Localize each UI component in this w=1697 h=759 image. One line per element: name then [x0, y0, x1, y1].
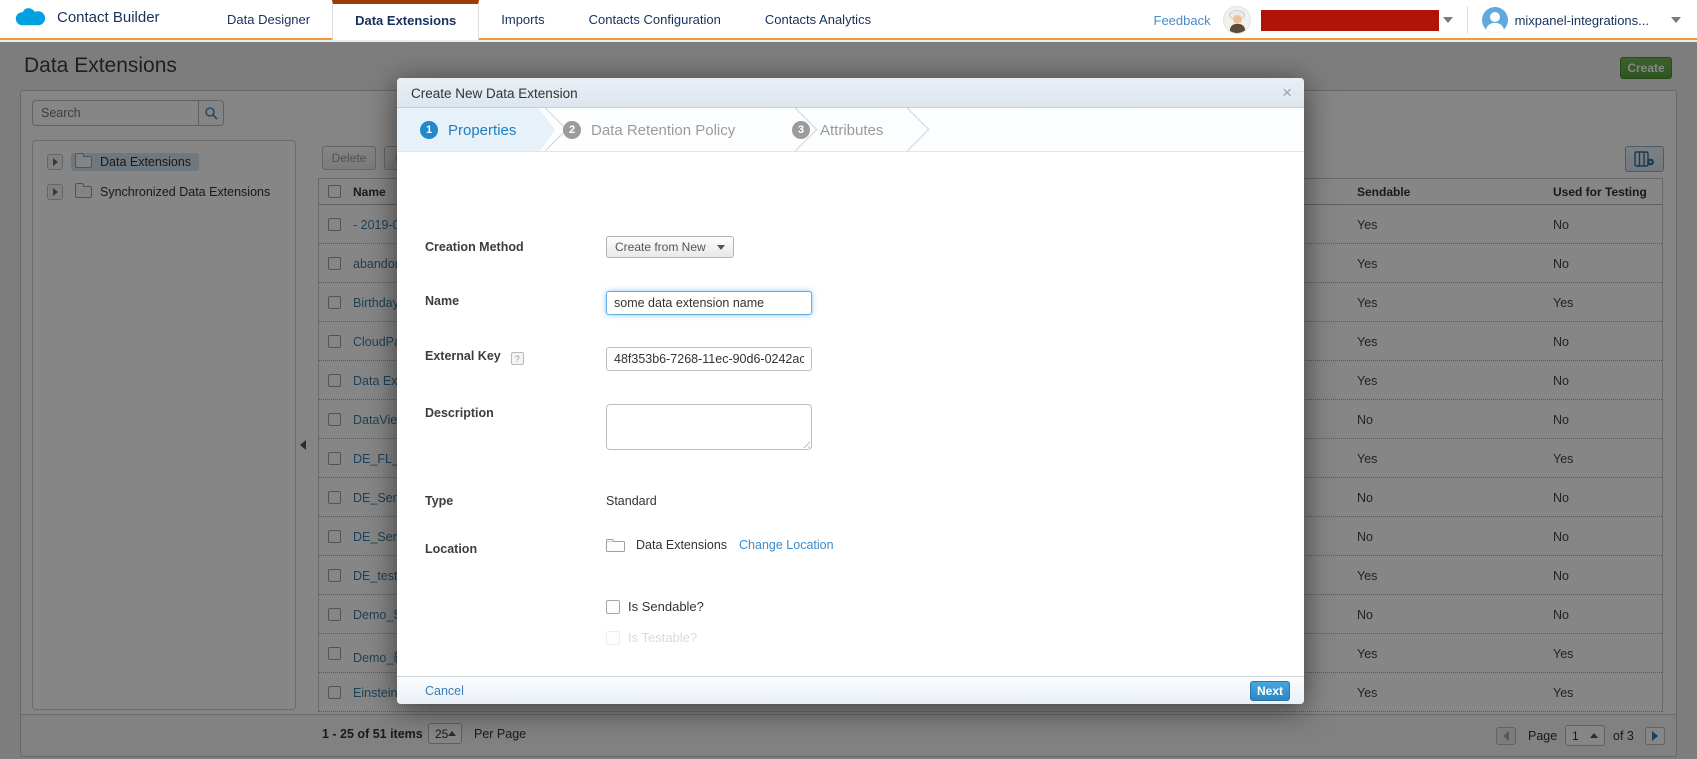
step-number: 1: [420, 121, 438, 139]
modal-body: Creation Method Create from New Name Ext…: [397, 152, 1304, 675]
external-key-label: External Key?: [425, 349, 524, 365]
create-data-extension-modal: Create New Data Extension × 1 Properties…: [397, 78, 1304, 704]
nav-tab-data-designer[interactable]: Data Designer: [205, 0, 332, 40]
nav-tabs: Data Designer Data Extensions Imports Co…: [205, 0, 893, 40]
external-key-input[interactable]: [606, 347, 812, 371]
is-sendable-row: Is Sendable?: [606, 599, 704, 614]
avatar-shoulders: [1486, 23, 1504, 33]
is-sendable-checkbox[interactable]: [606, 600, 620, 614]
nav-divider: [1467, 6, 1468, 34]
redacted-business-unit-selector[interactable]: [1261, 10, 1439, 31]
nav-right-group: Feedback mixpanel-integrations...: [1154, 0, 1697, 40]
einstein-body: [1230, 24, 1245, 34]
step-label: Properties: [448, 122, 516, 139]
user-avatar[interactable]: [1482, 7, 1508, 33]
location-label: Location: [425, 542, 477, 556]
wizard-steps: 1 Properties 2 Data Retention Policy 3 A…: [397, 108, 1304, 152]
top-nav: Contact Builder Data Designer Data Exten…: [0, 0, 1697, 40]
description-label: Description: [425, 406, 494, 420]
app-window: Contact Builder Data Designer Data Exten…: [0, 0, 1697, 759]
dropdown-caret-icon: [717, 245, 725, 250]
name-input[interactable]: [606, 291, 812, 315]
creation-method-dropdown[interactable]: Create from New: [606, 236, 734, 258]
modal-header: Create New Data Extension ×: [397, 78, 1304, 108]
change-location-link[interactable]: Change Location: [739, 538, 834, 552]
is-testable-checkbox: [606, 631, 620, 645]
avatar-head: [1490, 12, 1500, 22]
step-number: 3: [792, 121, 810, 139]
location-value: Data Extensions: [636, 538, 727, 552]
description-textarea[interactable]: [606, 404, 812, 450]
chevron-down-icon[interactable]: [1443, 17, 1453, 23]
einstein-face: [1233, 15, 1242, 24]
help-icon[interactable]: ?: [511, 352, 524, 365]
step-attributes[interactable]: 3 Attributes: [792, 108, 883, 152]
account-chevron-down-icon[interactable]: [1671, 17, 1681, 23]
step-label: Attributes: [820, 122, 883, 139]
is-testable-row: Is Testable?: [606, 630, 697, 645]
step-separator: [886, 108, 930, 151]
modal-title: Create New Data Extension: [411, 86, 578, 101]
feedback-link[interactable]: Feedback: [1154, 13, 1211, 28]
nav-tab-contacts-analytics[interactable]: Contacts Analytics: [743, 0, 893, 40]
modal-footer: Cancel Next: [397, 676, 1304, 704]
einstein-avatar[interactable]: [1223, 6, 1251, 34]
nav-tab-contacts-configuration[interactable]: Contacts Configuration: [567, 0, 743, 40]
creation-method-value: Create from New: [615, 240, 706, 254]
type-label: Type: [425, 494, 453, 508]
brand[interactable]: Contact Builder: [14, 6, 160, 29]
resize-grip-icon[interactable]: [801, 439, 810, 448]
location-row: Data Extensions Change Location: [606, 538, 834, 552]
app-title: Contact Builder: [57, 9, 160, 26]
is-sendable-label: Is Sendable?: [628, 599, 704, 614]
step-data-retention-policy[interactable]: 2 Data Retention Policy: [563, 108, 735, 152]
nav-tab-data-extensions[interactable]: Data Extensions: [332, 0, 479, 40]
creation-method-label: Creation Method: [425, 240, 524, 254]
is-testable-label: Is Testable?: [628, 630, 697, 645]
close-icon[interactable]: ×: [1282, 83, 1292, 103]
cancel-button[interactable]: Cancel: [425, 684, 464, 698]
name-label: Name: [425, 294, 459, 308]
nav-tab-imports[interactable]: Imports: [479, 0, 566, 40]
type-value: Standard: [606, 494, 657, 508]
salesforce-cloud-icon: [14, 6, 48, 29]
step-number: 2: [563, 121, 581, 139]
next-button[interactable]: Next: [1250, 681, 1290, 701]
account-name: mixpanel-integrations...: [1515, 13, 1649, 28]
folder-icon: [606, 539, 625, 552]
step-label: Data Retention Policy: [591, 122, 735, 139]
